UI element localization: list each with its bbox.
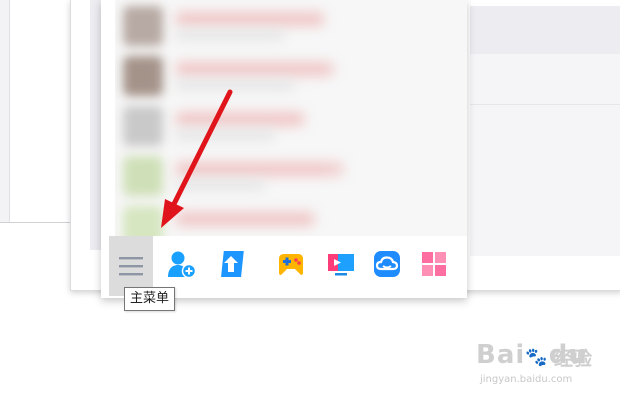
background-panel-divider [470, 104, 620, 105]
cloud-button[interactable] [369, 246, 405, 282]
avatar [123, 156, 163, 196]
avatar [123, 56, 163, 96]
main-menu-tooltip: 主菜单 [124, 287, 176, 311]
add-contact-icon [168, 251, 197, 279]
contact-list-blurred [115, 0, 467, 236]
watermark-cn: 经验 [554, 348, 593, 370]
contact-name-blurred [175, 62, 335, 76]
tv-play-icon [328, 254, 354, 276]
background-window-left [0, 0, 10, 222]
gamepad-icon [279, 254, 303, 275]
baidu-jingyan-watermark: Bai🐾du 经验 jingyan.baidu.com [476, 340, 616, 390]
game-button[interactable] [273, 246, 309, 282]
watermark-url: jingyan.baidu.com [480, 374, 573, 385]
avatar [123, 6, 163, 46]
contact-status-blurred [175, 180, 265, 190]
contact-status-blurred [175, 80, 295, 90]
file-transfer-button[interactable] [213, 246, 249, 282]
contact-name-blurred [175, 212, 315, 226]
contact-name-blurred [175, 112, 305, 126]
upload-arrow-icon [221, 251, 244, 277]
contact-status-blurred [175, 30, 285, 40]
avatar [123, 106, 163, 146]
background-panel-header [470, 6, 620, 54]
add-contact-button[interactable] [163, 246, 199, 282]
list-fade [317, 0, 467, 236]
hamburger-menu-icon [119, 257, 143, 276]
qq-main-panel [101, 0, 467, 298]
video-button[interactable] [323, 246, 359, 282]
background-divider [0, 222, 80, 223]
contact-status-blurred [175, 130, 275, 140]
apps-button[interactable] [416, 246, 452, 282]
contact-name-blurred [175, 12, 325, 26]
cloud-icon [374, 251, 400, 277]
avatar [123, 206, 163, 236]
app-grid-icon [422, 252, 446, 276]
